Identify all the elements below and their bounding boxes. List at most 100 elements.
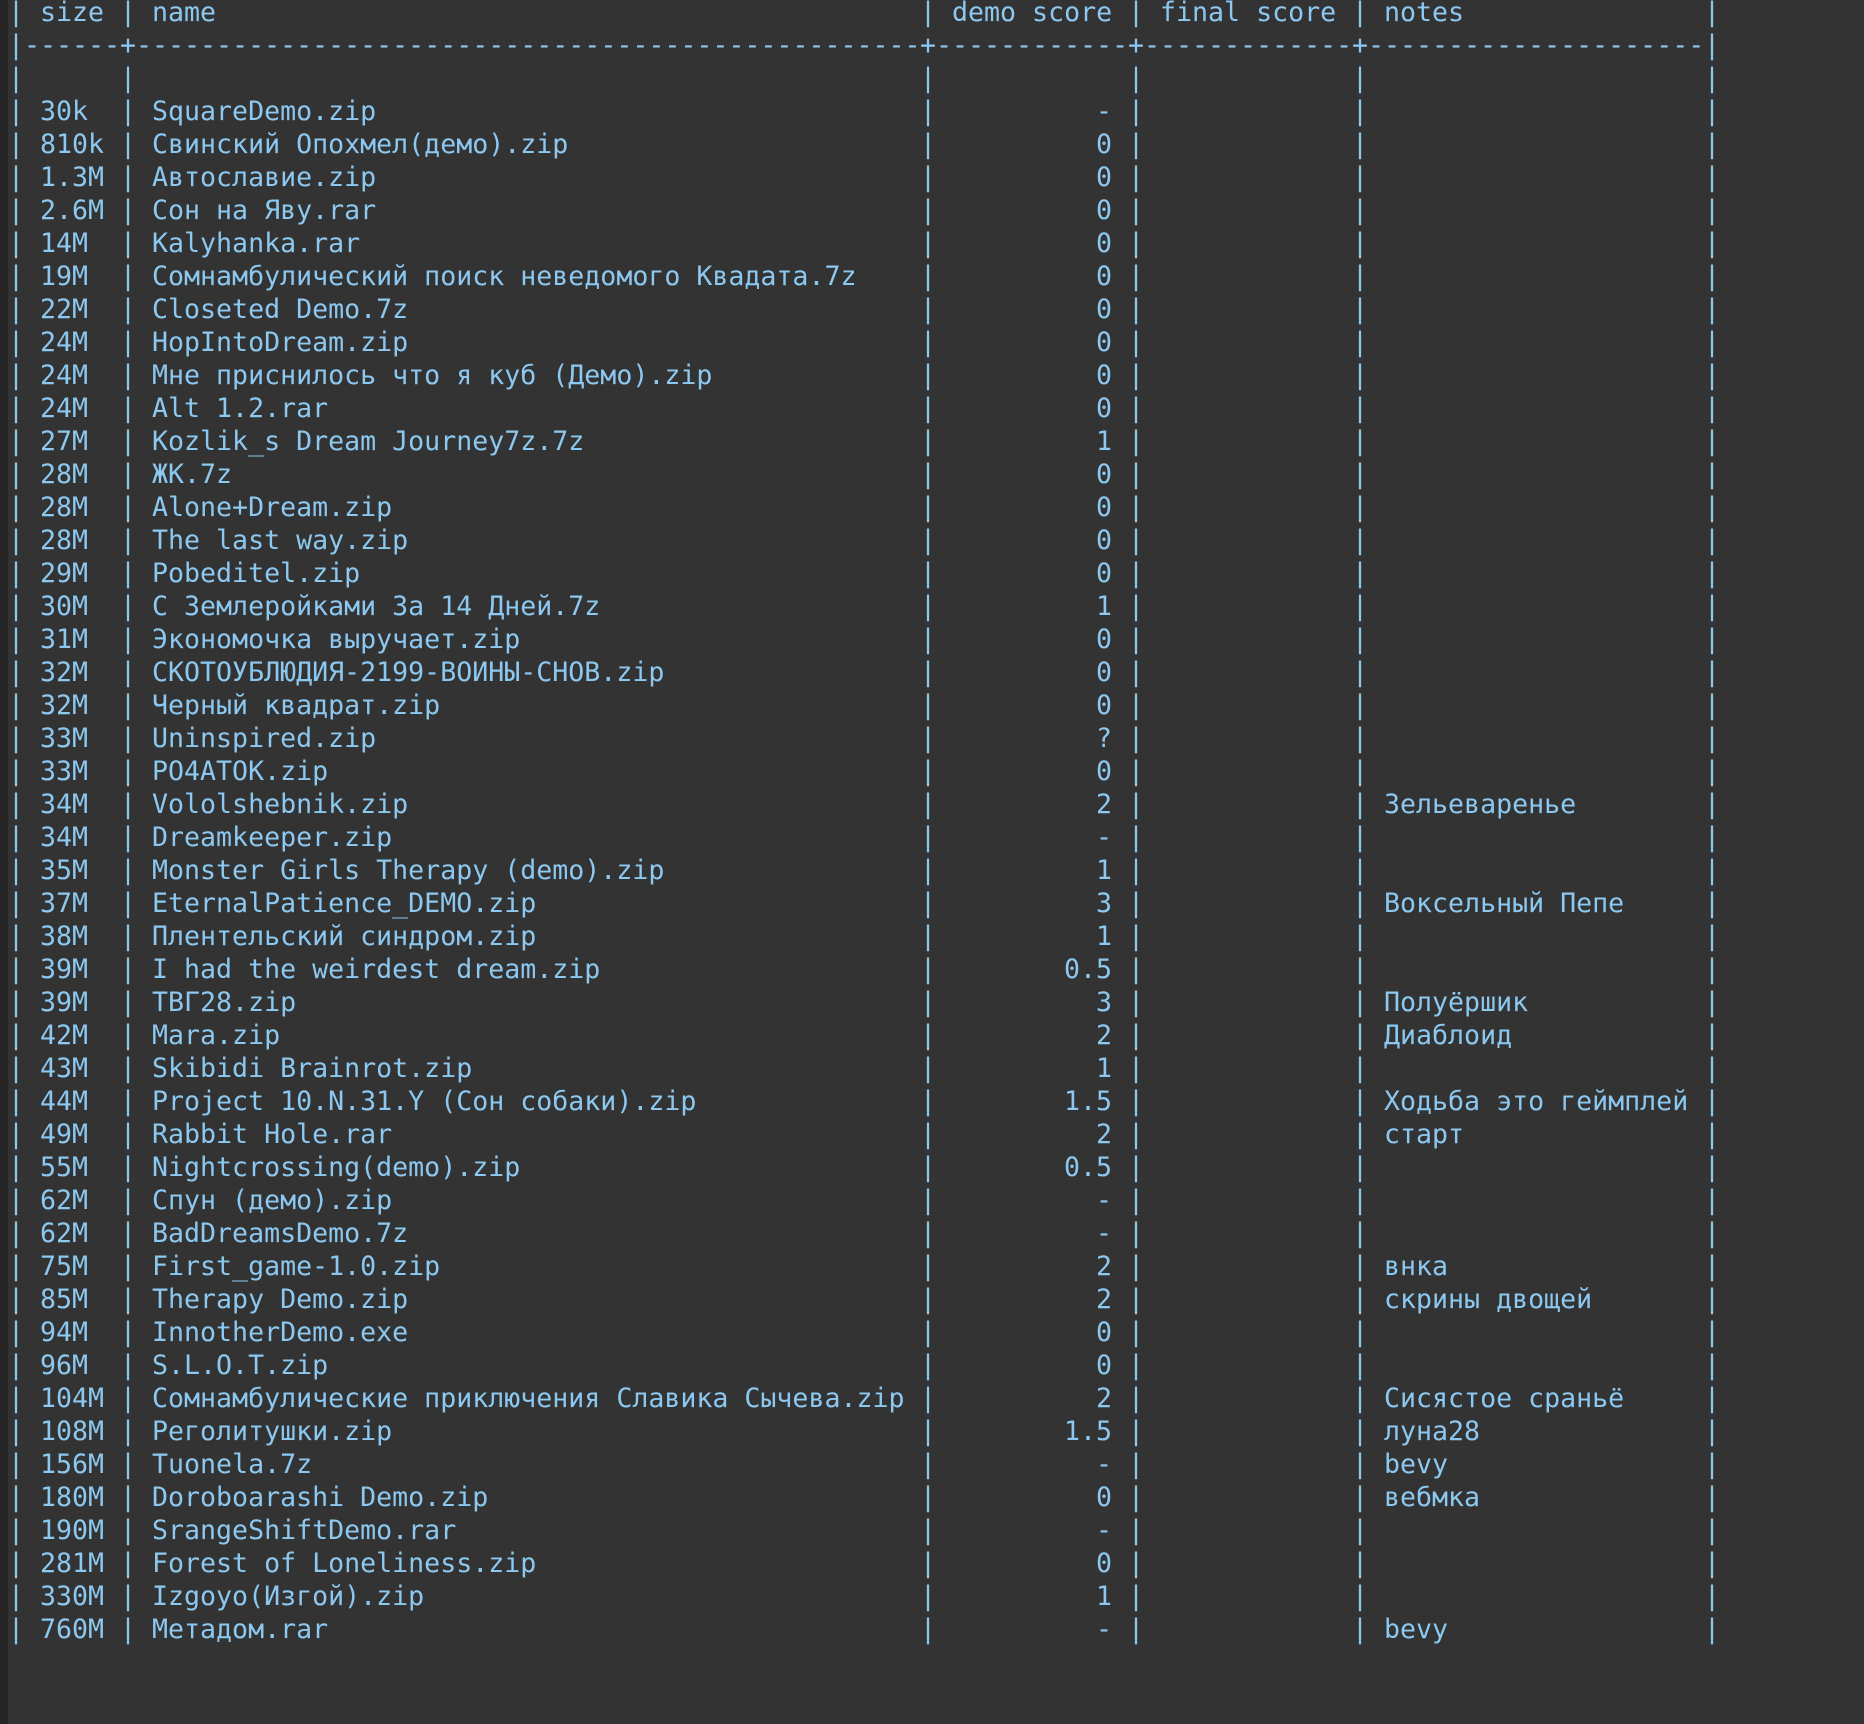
column-separator: | <box>1352 1581 1369 1612</box>
final-score-cell <box>1144 194 1352 227</box>
demo-score-cell: 2 <box>1095 1020 1112 1051</box>
table-row: | 39M | ТВГ28.zip | 3 | | Полуёршик | <box>8 986 1720 1019</box>
column-separator: | <box>1704 96 1721 127</box>
column-separator: | <box>1704 558 1721 589</box>
notes-cell: старт <box>1384 1119 1465 1150</box>
notes-cell <box>1368 722 1704 755</box>
column-separator: | <box>8 1548 25 1579</box>
demo-score-cell: 1.5 <box>1063 1086 1112 1117</box>
name-cell: SrangeShiftDemo.rar <box>152 1515 457 1546</box>
column-separator: | <box>120 294 137 325</box>
name-cell: I had the weirdest dream.zip <box>152 954 601 985</box>
name-cell: Monster Girls Therapy (demo).zip <box>152 855 665 886</box>
demo-score-cell: 2 <box>1095 1383 1112 1414</box>
column-separator: | <box>920 1581 937 1612</box>
demo-score-cell: 1 <box>1095 921 1112 952</box>
column-separator: | <box>1704 393 1721 424</box>
final-score-cell <box>1144 260 1352 293</box>
notes-cell: Воксельный Пепе <box>1384 888 1625 919</box>
demo-score-cell: 0 <box>1095 492 1112 523</box>
size-cell: 33M <box>40 723 89 754</box>
final-score-cell <box>1144 524 1352 557</box>
final-score-cell <box>1144 326 1352 359</box>
column-separator: | <box>920 96 937 127</box>
column-separator: | <box>8 525 25 556</box>
column-separator: | <box>1128 1449 1145 1480</box>
column-separator: | <box>1352 690 1369 721</box>
column-separator: | <box>8 987 25 1018</box>
column-separator: | <box>120 1383 137 1414</box>
name-cell: Экономочка выручает.zip <box>152 624 521 655</box>
notes-cell <box>1368 491 1704 524</box>
column-separator: | <box>8 0 25 28</box>
demo-score-cell: - <box>1095 1449 1112 1480</box>
column-separator: | <box>1352 195 1369 226</box>
column-separator: | <box>1128 1515 1145 1546</box>
final-score-cell <box>1144 821 1352 854</box>
column-separator: | <box>120 1284 137 1315</box>
column-separator: | <box>1352 822 1369 853</box>
table-row: | 28M | Alone+Dream.zip | 0 | | | <box>8 491 1720 524</box>
size-cell: 38M <box>40 921 89 952</box>
table-row: | 29M | Pobeditel.zip | 0 | | | <box>8 557 1720 590</box>
column-separator: | <box>120 1086 137 1117</box>
demo-score-cell: 0.5 <box>1063 1152 1112 1183</box>
size-cell: 62M <box>40 1185 89 1216</box>
name-cell: Плентельский синдром.zip <box>152 921 537 952</box>
column-separator: | <box>120 822 137 853</box>
column-separator: | <box>1704 855 1721 886</box>
column-separator: | <box>120 96 137 127</box>
name-cell: Сон на Яву.rar <box>152 195 377 226</box>
column-separator: | <box>8 789 25 820</box>
demo-score-cell: 0 <box>1095 129 1112 160</box>
demo-score-cell: - <box>1095 822 1112 853</box>
notes-cell: Зельеваренье <box>1384 789 1577 820</box>
column-separator: | <box>1128 1251 1145 1282</box>
column-separator: | <box>1128 888 1145 919</box>
final-score-cell <box>1144 1580 1352 1613</box>
name-cell: InnotherDemo.exe <box>152 1317 409 1348</box>
name-cell: Черный квадрат.zip <box>152 690 441 721</box>
column-separator: | <box>8 591 25 622</box>
demo-score-cell: 1 <box>1095 426 1112 457</box>
notes-cell: внка <box>1384 1251 1449 1282</box>
size-cell: 42M <box>40 1020 89 1051</box>
column-separator: | <box>1352 657 1369 688</box>
column-separator: | <box>1352 1020 1369 1051</box>
demo-score-cell: 0 <box>1095 162 1112 193</box>
name-cell: Dreamkeeper.zip <box>152 822 393 853</box>
column-separator: | <box>1128 426 1145 457</box>
size-cell: 28M <box>40 459 89 490</box>
column-separator: | <box>1352 624 1369 655</box>
column-separator: | <box>8 492 25 523</box>
table-row: | 2.6M | Сон на Яву.rar | 0 | | | <box>8 194 1720 227</box>
final-score-cell <box>1144 557 1352 590</box>
column-separator: | <box>920 1548 937 1579</box>
final-score-cell <box>1144 1481 1352 1514</box>
demo-score-cell: 0 <box>1095 1548 1112 1579</box>
column-separator: | <box>1128 822 1145 853</box>
header-name-cell: name <box>152 0 217 28</box>
notes-cell <box>1368 293 1704 326</box>
name-cell: Tuonela.7z <box>152 1449 313 1480</box>
demo-score-cell: 0 <box>1095 756 1112 787</box>
column-separator: | <box>1128 1020 1145 1051</box>
column-separator: | <box>1128 228 1145 259</box>
demo-score-cell: 0 <box>1095 1482 1112 1513</box>
column-separator: | <box>120 360 137 391</box>
column-separator: | <box>1704 525 1721 556</box>
column-separator: | <box>1128 1086 1145 1117</box>
column-separator: | <box>1352 294 1369 325</box>
final-score-cell <box>1144 392 1352 425</box>
table-row: | 760M | Метадом.rar | - | | bevy | <box>8 1613 1720 1646</box>
column-separator: | <box>920 888 937 919</box>
final-score-cell <box>1144 458 1352 491</box>
column-separator: | <box>1352 789 1369 820</box>
column-separator: | <box>1128 1581 1145 1612</box>
column-separator: | <box>1352 954 1369 985</box>
table-row: | 49M | Rabbit Hole.rar | 2 | | старт | <box>8 1118 1720 1151</box>
column-separator: | <box>1128 393 1145 424</box>
column-separator: | <box>1128 1350 1145 1381</box>
demo-score-cell: 0 <box>1095 1350 1112 1381</box>
size-cell: 85M <box>40 1284 89 1315</box>
